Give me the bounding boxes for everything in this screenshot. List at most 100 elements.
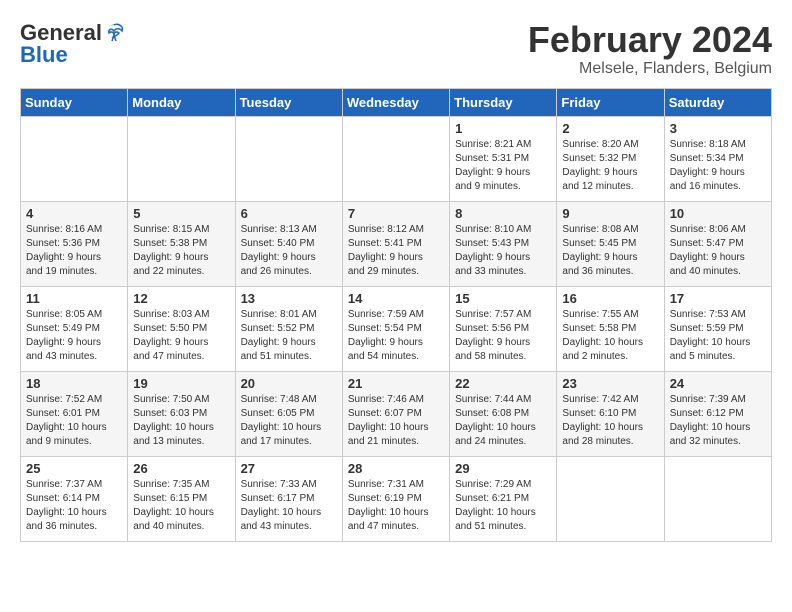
day-number: 29 [455, 461, 551, 476]
calendar-cell: 28 Sunrise: 7:31 AM Sunset: 6:19 PM Dayli… [342, 456, 449, 541]
day-info: Sunrise: 8:08 AM Sunset: 5:45 PM Dayligh… [562, 223, 658, 279]
logo-blue-text: Blue [20, 42, 68, 68]
calendar-cell: 11 Sunrise: 8:05 AM Sunset: 5:49 PM Dayli… [21, 286, 128, 371]
day-info: Sunrise: 8:10 AM Sunset: 5:43 PM Dayligh… [455, 223, 551, 279]
calendar-cell [128, 116, 235, 201]
day-info: Sunrise: 8:06 AM Sunset: 5:47 PM Dayligh… [670, 223, 766, 279]
calendar-week-row: 25 Sunrise: 7:37 AM Sunset: 6:14 PM Dayli… [21, 456, 772, 541]
day-info: Sunrise: 7:57 AM Sunset: 5:56 PM Dayligh… [455, 308, 551, 364]
day-number: 26 [133, 461, 229, 476]
day-number: 9 [562, 206, 658, 221]
day-number: 25 [26, 461, 122, 476]
day-header-sunday: Sunday [21, 88, 128, 116]
calendar-cell: 20Sunrise: 7:48 AM Sunset: 6:05 PM Dayli… [235, 371, 342, 456]
calendar-cell: 15 Sunrise: 7:57 AM Sunset: 5:56 PM Dayli… [450, 286, 557, 371]
day-number: 7 [348, 206, 444, 221]
day-info: Sunrise: 8:15 AM Sunset: 5:38 PM Dayligh… [133, 223, 229, 279]
calendar-cell: 29 Sunrise: 7:29 AM Sunset: 6:21 PM Dayli… [450, 456, 557, 541]
month-year-title: February 2024 [528, 20, 772, 60]
day-number: 3 [670, 121, 766, 136]
calendar-cell: 18 Sunrise: 7:52 AM Sunset: 6:01 PM Dayli… [21, 371, 128, 456]
calendar-cell: 19Sunrise: 7:50 AM Sunset: 6:03 PM Dayli… [128, 371, 235, 456]
day-header-wednesday: Wednesday [342, 88, 449, 116]
day-info: Sunrise: 8:12 AM Sunset: 5:41 PM Dayligh… [348, 223, 444, 279]
day-info: Sunrise: 8:05 AM Sunset: 5:49 PM Dayligh… [26, 308, 122, 364]
day-info: Sunrise: 8:01 AM Sunset: 5:52 PM Dayligh… [241, 308, 337, 364]
calendar-cell: 16 Sunrise: 7:55 AM Sunset: 5:58 PM Dayli… [557, 286, 664, 371]
calendar-cell [21, 116, 128, 201]
day-info: Sunrise: 7:53 AM Sunset: 5:59 PM Dayligh… [670, 308, 766, 364]
calendar-cell: 14 Sunrise: 7:59 AM Sunset: 5:54 PM Dayli… [342, 286, 449, 371]
day-info: Sunrise: 8:20 AM Sunset: 5:32 PM Dayligh… [562, 138, 658, 194]
day-info: Sunrise: 7:48 AM Sunset: 6:05 PM Dayligh… [241, 393, 337, 449]
day-number: 4 [26, 206, 122, 221]
day-info: Sunrise: 7:37 AM Sunset: 6:14 PM Dayligh… [26, 478, 122, 534]
day-info: Sunrise: 7:31 AM Sunset: 6:19 PM Dayligh… [348, 478, 444, 534]
day-info: Sunrise: 7:33 AM Sunset: 6:17 PM Dayligh… [241, 478, 337, 534]
calendar-cell: 1 Sunrise: 8:21 AM Sunset: 5:31 PM Daylig… [450, 116, 557, 201]
day-header-saturday: Saturday [664, 88, 771, 116]
day-number: 17 [670, 291, 766, 306]
calendar-cell: 24Sunrise: 7:39 AM Sunset: 6:12 PM Dayli… [664, 371, 771, 456]
calendar-body: 1 Sunrise: 8:21 AM Sunset: 5:31 PM Daylig… [21, 116, 772, 541]
calendar-cell: 10 Sunrise: 8:06 AM Sunset: 5:47 PM Dayli… [664, 201, 771, 286]
calendar-cell: 13 Sunrise: 8:01 AM Sunset: 5:52 PM Dayli… [235, 286, 342, 371]
calendar-cell: 26 Sunrise: 7:35 AM Sunset: 6:15 PM Dayli… [128, 456, 235, 541]
calendar-cell: 5 Sunrise: 8:15 AM Sunset: 5:38 PM Daylig… [128, 201, 235, 286]
day-number: 15 [455, 291, 551, 306]
day-info: Sunrise: 8:18 AM Sunset: 5:34 PM Dayligh… [670, 138, 766, 194]
calendar-cell [342, 116, 449, 201]
page-header: General Blue February 2024 Melsele, Flan… [20, 20, 772, 78]
day-number: 18 [26, 376, 122, 391]
calendar-cell: 17 Sunrise: 7:53 AM Sunset: 5:59 PM Dayli… [664, 286, 771, 371]
day-number: 28 [348, 461, 444, 476]
day-info: Sunrise: 7:59 AM Sunset: 5:54 PM Dayligh… [348, 308, 444, 364]
location-subtitle: Melsele, Flanders, Belgium [528, 60, 772, 78]
day-info: Sunrise: 8:16 AM Sunset: 5:36 PM Dayligh… [26, 223, 122, 279]
day-info: Sunrise: 7:35 AM Sunset: 6:15 PM Dayligh… [133, 478, 229, 534]
calendar-cell: 25 Sunrise: 7:37 AM Sunset: 6:14 PM Dayli… [21, 456, 128, 541]
logo: General Blue [20, 20, 126, 68]
calendar-cell [557, 456, 664, 541]
day-number: 13 [241, 291, 337, 306]
day-info: Sunrise: 7:29 AM Sunset: 6:21 PM Dayligh… [455, 478, 551, 534]
day-info: Sunrise: 8:03 AM Sunset: 5:50 PM Dayligh… [133, 308, 229, 364]
calendar-cell: 7 Sunrise: 8:12 AM Sunset: 5:41 PM Daylig… [342, 201, 449, 286]
day-info: Sunrise: 7:52 AM Sunset: 6:01 PM Dayligh… [26, 393, 122, 449]
day-header-tuesday: Tuesday [235, 88, 342, 116]
day-info: Sunrise: 7:55 AM Sunset: 5:58 PM Dayligh… [562, 308, 658, 364]
calendar-week-row: 18 Sunrise: 7:52 AM Sunset: 6:01 PM Dayli… [21, 371, 772, 456]
day-info: Sunrise: 8:21 AM Sunset: 5:31 PM Dayligh… [455, 138, 551, 194]
calendar-cell: 23Sunrise: 7:42 AM Sunset: 6:10 PM Dayli… [557, 371, 664, 456]
day-number: 6 [241, 206, 337, 221]
day-number: 11 [26, 291, 122, 306]
calendar-table: SundayMondayTuesdayWednesdayThursdayFrid… [20, 88, 772, 542]
calendar-cell: 12 Sunrise: 8:03 AM Sunset: 5:50 PM Dayli… [128, 286, 235, 371]
day-number: 21 [348, 376, 444, 391]
day-info: Sunrise: 7:46 AM Sunset: 6:07 PM Dayligh… [348, 393, 444, 449]
calendar-week-row: 11 Sunrise: 8:05 AM Sunset: 5:49 PM Dayli… [21, 286, 772, 371]
calendar-cell: 6 Sunrise: 8:13 AM Sunset: 5:40 PM Daylig… [235, 201, 342, 286]
calendar-cell [235, 116, 342, 201]
day-number: 16 [562, 291, 658, 306]
calendar-week-row: 1 Sunrise: 8:21 AM Sunset: 5:31 PM Daylig… [21, 116, 772, 201]
calendar-cell: 8 Sunrise: 8:10 AM Sunset: 5:43 PM Daylig… [450, 201, 557, 286]
day-number: 10 [670, 206, 766, 221]
day-number: 8 [455, 206, 551, 221]
day-number: 22 [455, 376, 551, 391]
day-number: 1 [455, 121, 551, 136]
calendar-cell: 27 Sunrise: 7:33 AM Sunset: 6:17 PM Dayli… [235, 456, 342, 541]
day-number: 5 [133, 206, 229, 221]
day-number: 12 [133, 291, 229, 306]
calendar-week-row: 4 Sunrise: 8:16 AM Sunset: 5:36 PM Daylig… [21, 201, 772, 286]
day-info: Sunrise: 8:13 AM Sunset: 5:40 PM Dayligh… [241, 223, 337, 279]
calendar-cell: 3 Sunrise: 8:18 AM Sunset: 5:34 PM Daylig… [664, 116, 771, 201]
day-number: 14 [348, 291, 444, 306]
calendar-cell: 22Sunrise: 7:44 AM Sunset: 6:08 PM Dayli… [450, 371, 557, 456]
day-number: 2 [562, 121, 658, 136]
title-block: February 2024 Melsele, Flanders, Belgium [528, 20, 772, 78]
day-number: 27 [241, 461, 337, 476]
day-header-monday: Monday [128, 88, 235, 116]
day-number: 23 [562, 376, 658, 391]
day-info: Sunrise: 7:50 AM Sunset: 6:03 PM Dayligh… [133, 393, 229, 449]
